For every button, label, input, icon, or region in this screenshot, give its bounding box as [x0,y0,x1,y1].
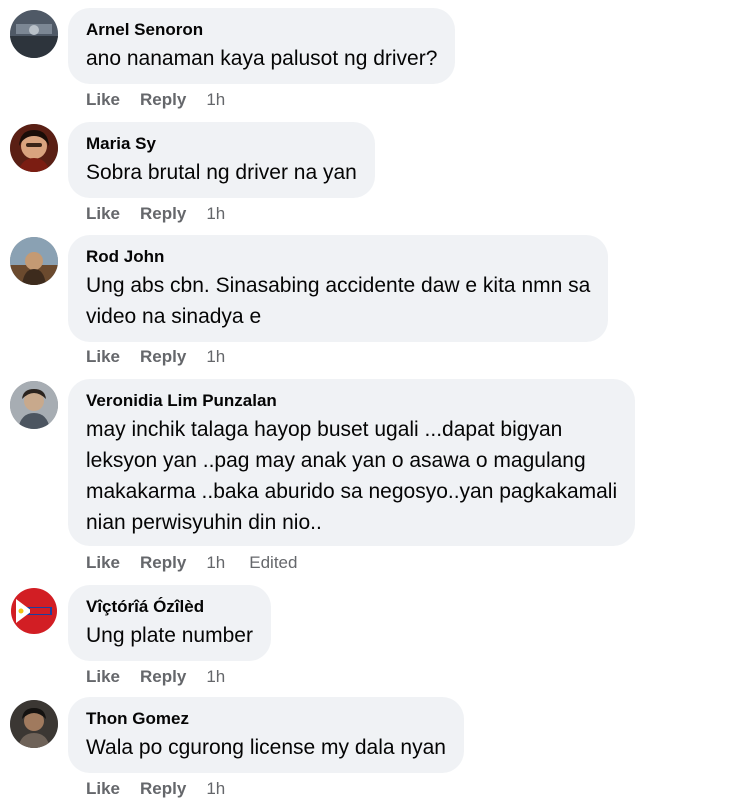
commenter-name[interactable]: Vîçtórîá Ózîlèd [86,596,253,618]
profile-photo-icon [10,124,58,172]
comment-timestamp[interactable]: 1h [206,347,225,367]
comment-text: ano nanaman kaya palusot ng driver? [86,47,438,70]
comment-timestamp[interactable]: 1h [206,779,225,799]
reply-button[interactable]: Reply [140,553,186,573]
reply-button[interactable]: Reply [140,347,186,367]
comment-text: may inchik talaga hayop buset ugali ...d… [86,418,618,534]
profile-photo-icon [10,381,58,429]
like-button[interactable]: Like [86,553,120,573]
reply-button[interactable]: Reply [140,204,186,224]
comment-actions: Like Reply 1h [86,347,249,367]
profile-photo-icon [10,10,58,58]
like-button[interactable]: Like [86,667,120,687]
commenter-name[interactable]: Maria Sy [86,133,357,155]
like-button[interactable]: Like [86,779,120,799]
profile-photo-icon [10,237,58,285]
edited-label[interactable]: Edited [249,553,297,573]
like-button[interactable]: Like [86,204,120,224]
comment-bubble: Maria Sy Sobra brutal ng driver na yan [68,122,375,198]
commenter-name[interactable]: Veronidia Lim Punzalan [86,390,617,412]
reply-button[interactable]: Reply [140,90,186,110]
avatar[interactable] [10,124,58,172]
comment-timestamp[interactable]: 1h [206,204,225,224]
comment-timestamp[interactable]: 1h [206,553,225,573]
comment-bubble: Thon Gomez Wala po cgurong license my da… [68,697,464,773]
avatar[interactable] [10,10,58,58]
comment-bubble: Vîçtórîá Ózîlèd Ung plate number [68,585,271,661]
like-button[interactable]: Like [86,347,120,367]
comment-bubble: Rod John Ung abs cbn. Sinasabing acciden… [68,235,609,342]
comment-actions: Like Reply 1h Edited [86,553,297,573]
comment-text: Ung abs cbn. Sinasabing accidente daw e … [86,274,591,328]
flag-logo-icon [11,588,57,634]
reply-button[interactable]: Reply [140,779,186,799]
profile-photo-icon [10,700,58,748]
comment-actions: Like Reply 1h [86,90,249,110]
comment-actions: Like Reply 1h [86,204,249,224]
avatar[interactable] [10,700,58,748]
comment-timestamp[interactable]: 1h [206,90,225,110]
like-button[interactable]: Like [86,90,120,110]
comment-bubble: Arnel Senoron ano nanaman kaya palusot n… [68,8,456,84]
comment-text: Sobra brutal ng driver na yan [86,161,357,184]
comment-text: Ung plate number [86,624,253,647]
commenter-name[interactable]: Arnel Senoron [86,19,437,41]
comment-bubble: Veronidia Lim Punzalan may inchik talaga… [68,379,636,546]
commenter-name[interactable]: Thon Gomez [86,708,446,730]
avatar[interactable] [10,237,58,285]
commenter-name[interactable]: Rod John [86,246,590,268]
comment-timestamp[interactable]: 1h [206,667,225,687]
avatar[interactable] [10,587,58,635]
reply-button[interactable]: Reply [140,667,186,687]
comment-text: Wala po cgurong license my dala nyan [86,736,446,759]
comment-actions: Like Reply 1h [86,667,249,687]
avatar[interactable] [10,381,58,429]
comment-actions: Like Reply 1h [86,779,249,799]
